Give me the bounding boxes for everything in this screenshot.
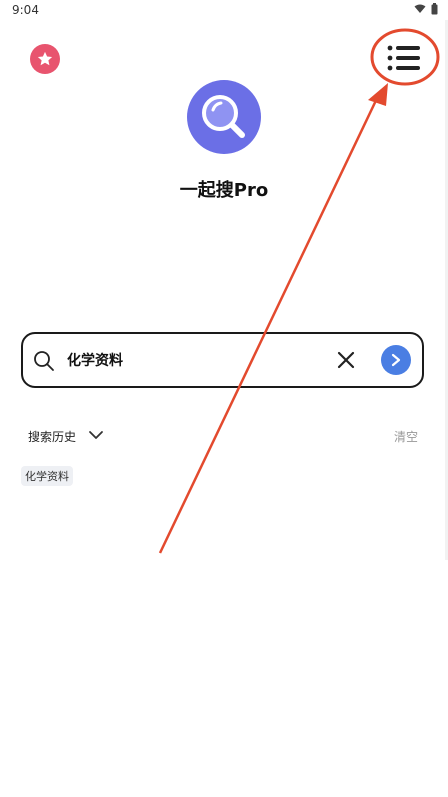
clear-search-button[interactable] [335,349,357,371]
search-submit-button[interactable] [381,345,411,375]
status-bar: 9:04 [0,0,448,22]
menu-list-icon [387,45,420,71]
app-screen: 9:04 一起搜Pro 化学资料 搜索历史 清空 化学资料 [0,0,448,797]
chevron-right-icon [391,353,401,367]
status-time: 9:04 [12,3,39,17]
clear-history-button[interactable]: 清空 [394,428,418,445]
search-icon [34,351,54,371]
favorites-button[interactable] [30,44,60,74]
app-logo [187,80,261,154]
magnifier-icon [202,95,245,138]
history-chip[interactable]: 化学资料 [21,466,73,486]
menu-button[interactable] [380,38,428,78]
annotation-arrow-head [368,83,388,106]
app-title: 一起搜Pro [179,180,269,201]
close-icon [337,351,355,369]
history-toggle-button[interactable] [87,427,105,443]
annotation-arrow-line [158,91,382,554]
search-history-label: 搜索历史 [28,430,77,444]
search-input[interactable] [67,344,317,376]
chevron-down-icon [89,431,103,439]
battery-icon [431,3,438,15]
star-icon [37,51,53,66]
search-box [21,332,424,388]
status-icons [414,3,438,15]
wifi-icon [414,4,426,13]
